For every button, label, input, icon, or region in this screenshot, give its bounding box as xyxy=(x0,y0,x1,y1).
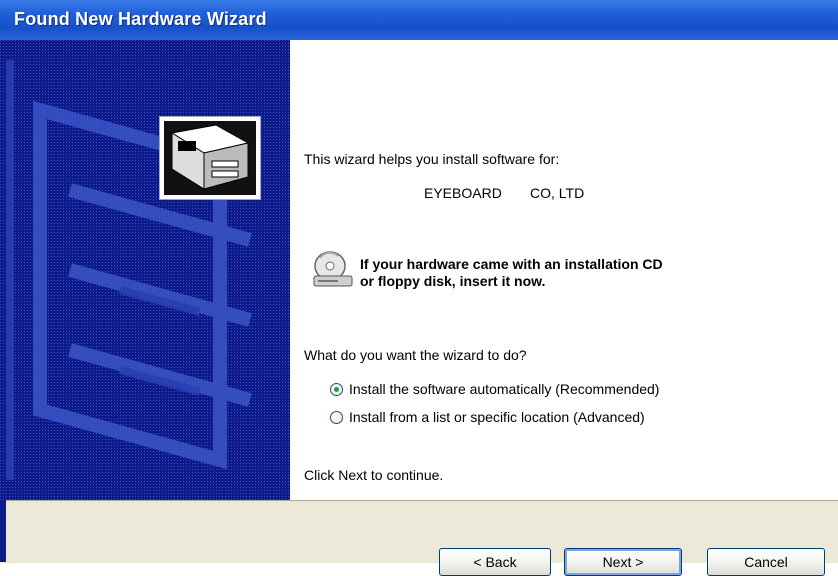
left-edge xyxy=(0,500,6,562)
title-bar[interactable]: Found New Hardware Wizard xyxy=(0,0,838,40)
radio-selected-dot xyxy=(334,386,339,392)
question-text: What do you want the wizard to do? xyxy=(304,347,527,363)
device-company: CO, LTD xyxy=(530,185,585,201)
option-advanced[interactable]: Install from a list or specific location… xyxy=(330,409,645,425)
wizard-window: Found New Hardware Wizard This wizard he… xyxy=(0,0,838,576)
cd-notice: If your hardware came with an installati… xyxy=(360,256,663,289)
back-button[interactable]: < Back xyxy=(439,548,551,576)
cancel-button[interactable]: Cancel xyxy=(707,548,825,576)
side-banner-art xyxy=(0,40,290,500)
device-name: EYEBOARD xyxy=(424,185,502,201)
intro-text: This wizard helps you install software f… xyxy=(304,151,560,167)
window-title: Found New Hardware Wizard xyxy=(14,9,267,29)
side-banner xyxy=(0,40,290,500)
option-advanced-label[interactable]: Install from a list or specific location… xyxy=(349,409,645,425)
wizard-content: This wizard helps you install software f… xyxy=(290,40,838,500)
cd-drive-icon xyxy=(312,250,354,290)
radio-automatic[interactable] xyxy=(330,382,343,396)
continue-text: Click Next to continue. xyxy=(304,467,444,483)
hardware-card-icon xyxy=(159,116,261,200)
next-button[interactable]: Next > xyxy=(564,548,682,576)
option-automatic-label[interactable]: Install the software automatically (Reco… xyxy=(349,381,659,397)
radio-advanced[interactable] xyxy=(330,410,343,424)
option-automatic[interactable]: Install the software automatically (Reco… xyxy=(330,381,659,397)
